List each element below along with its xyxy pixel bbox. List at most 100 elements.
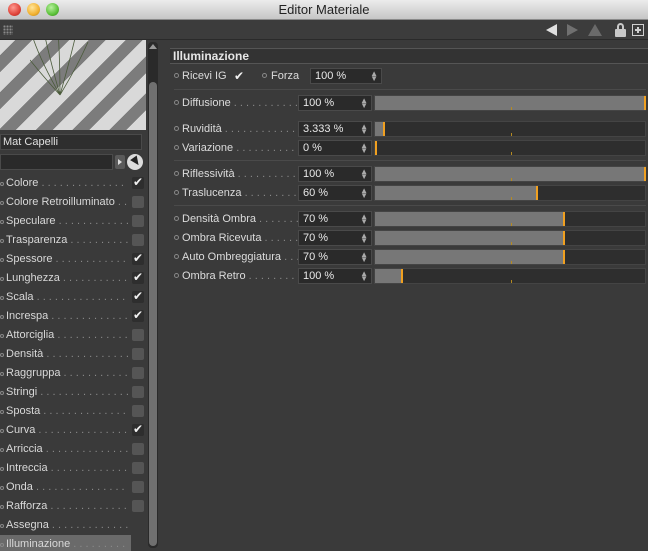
channel-item[interactable]: Attorciglia . . . . . . . . . . . . . . … xyxy=(0,326,146,345)
param-value-field[interactable]: 70 % ▲ ▼ xyxy=(298,230,372,246)
channel-checkbox[interactable] xyxy=(132,196,144,208)
channel-item[interactable]: Stringi . . . . . . . . . . . . . . . xyxy=(0,383,146,402)
animate-bullet-icon[interactable] xyxy=(0,258,4,262)
scrollbar-thumb[interactable] xyxy=(149,82,157,546)
param-slider[interactable] xyxy=(374,249,646,265)
animate-bullet-icon[interactable] xyxy=(174,235,179,240)
channel-item[interactable]: Raggruppa . . . . . . . . . . . . . . . xyxy=(0,364,146,383)
slider-handle[interactable] xyxy=(563,250,565,264)
animate-bullet-icon[interactable] xyxy=(0,372,4,376)
channel-item[interactable]: Lunghezza . . . . . . . . . . . . . . . xyxy=(0,268,146,288)
spinner-icon[interactable]: ▲ ▼ xyxy=(360,97,368,110)
channel-checkbox[interactable] xyxy=(132,329,144,341)
animate-bullet-icon[interactable] xyxy=(174,254,179,259)
channel-item[interactable]: Scala . . . . . . . . . . . . . . . xyxy=(0,287,146,307)
param-slider[interactable] xyxy=(374,140,646,156)
channel-item[interactable]: Colore . . . . . . . . . . . . . . . xyxy=(0,173,146,193)
material-preview[interactable] xyxy=(0,40,146,130)
animate-bullet-icon[interactable] xyxy=(0,467,4,471)
param-value-field[interactable]: 70 % ▲ ▼ xyxy=(298,211,372,227)
animate-bullet-icon[interactable] xyxy=(0,448,4,452)
animate-bullet-icon[interactable] xyxy=(0,201,4,205)
channel-checkbox[interactable] xyxy=(132,287,144,306)
channel-checkbox[interactable] xyxy=(132,500,144,512)
channel-item[interactable]: Curva . . . . . . . . . . . . . . . xyxy=(0,420,146,440)
channel-item[interactable]: Arriccia . . . . . . . . . . . . . . . xyxy=(0,440,146,459)
animate-bullet-icon[interactable] xyxy=(0,524,4,528)
forward-arrow-icon[interactable] xyxy=(567,24,578,36)
channel-item[interactable]: Colore Retroilluminato . . . . . . . . .… xyxy=(0,193,146,212)
channel-checkbox[interactable] xyxy=(132,234,144,246)
channel-checkbox[interactable] xyxy=(132,348,144,360)
param-value-field[interactable]: 60 % ▲ ▼ xyxy=(298,185,372,201)
channel-search-input[interactable] xyxy=(0,154,113,170)
animate-bullet-icon[interactable] xyxy=(0,391,4,395)
forza-field[interactable]: 100 % ▲ ▼ xyxy=(310,68,382,84)
channel-checkbox[interactable] xyxy=(132,215,144,227)
spinner-icon[interactable]: ▲ ▼ xyxy=(360,232,368,245)
param-slider[interactable] xyxy=(374,166,646,182)
param-slider[interactable] xyxy=(374,211,646,227)
animate-bullet-icon[interactable] xyxy=(0,486,4,490)
param-slider[interactable] xyxy=(374,121,646,137)
ricevi-ig-checkbox[interactable]: ✔ xyxy=(234,68,244,84)
animate-bullet-icon[interactable] xyxy=(0,410,4,414)
slider-handle[interactable] xyxy=(563,231,565,245)
spinner-icon[interactable]: ▲ ▼ xyxy=(360,270,368,283)
param-value-field[interactable]: 100 % ▲ ▼ xyxy=(298,166,372,182)
animate-bullet-icon[interactable] xyxy=(174,73,179,78)
channel-scrollbar[interactable] xyxy=(148,42,158,548)
animate-bullet-icon[interactable] xyxy=(262,73,267,78)
animate-bullet-icon[interactable] xyxy=(0,220,4,224)
spinner-icon[interactable]: ▲ ▼ xyxy=(360,123,368,136)
animate-bullet-icon[interactable] xyxy=(174,126,179,131)
channel-item[interactable]: Illuminazione . . . . . . . . . . . . . … xyxy=(0,535,131,551)
animate-bullet-icon[interactable] xyxy=(0,315,4,319)
animate-bullet-icon[interactable] xyxy=(0,429,4,433)
slider-handle[interactable] xyxy=(563,212,565,226)
animate-bullet-icon[interactable] xyxy=(0,543,4,547)
spinner-icon[interactable]: ▲ ▼ xyxy=(360,213,368,226)
animate-bullet-icon[interactable] xyxy=(174,216,179,221)
channel-item[interactable]: Onda . . . . . . . . . . . . . . . xyxy=(0,478,146,497)
channel-checkbox[interactable] xyxy=(132,462,144,474)
channel-checkbox[interactable] xyxy=(132,443,144,455)
channel-checkbox[interactable] xyxy=(132,367,144,379)
animate-bullet-icon[interactable] xyxy=(0,277,4,281)
param-slider[interactable] xyxy=(374,185,646,201)
channel-item[interactable]: Speculare . . . . . . . . . . . . . . . xyxy=(0,212,146,231)
slider-handle[interactable] xyxy=(644,96,646,110)
animate-bullet-icon[interactable] xyxy=(0,505,4,509)
pointer-icon[interactable] xyxy=(127,154,143,170)
slider-handle[interactable] xyxy=(401,269,403,283)
lock-icon[interactable] xyxy=(615,23,626,37)
up-arrow-icon[interactable] xyxy=(588,24,602,36)
channel-checkbox[interactable] xyxy=(132,306,144,325)
spinner-icon[interactable]: ▲ ▼ xyxy=(360,251,368,264)
slider-handle[interactable] xyxy=(644,167,646,181)
slider-handle[interactable] xyxy=(375,141,377,155)
back-arrow-icon[interactable] xyxy=(546,24,557,36)
param-value-field[interactable]: 100 % ▲ ▼ xyxy=(298,268,372,284)
animate-bullet-icon[interactable] xyxy=(174,145,179,150)
param-value-field[interactable]: 100 % ▲ ▼ xyxy=(298,95,372,111)
new-window-icon[interactable] xyxy=(632,24,644,36)
spinner-icon[interactable]: ▲ ▼ xyxy=(360,142,368,155)
param-slider[interactable] xyxy=(374,230,646,246)
animate-bullet-icon[interactable] xyxy=(0,353,4,357)
channel-item[interactable]: Increspa . . . . . . . . . . . . . . . xyxy=(0,306,146,326)
scroll-up-icon[interactable] xyxy=(149,44,157,49)
animate-bullet-icon[interactable] xyxy=(174,100,179,105)
channel-checkbox[interactable] xyxy=(132,481,144,493)
slider-handle[interactable] xyxy=(536,186,538,200)
material-name[interactable]: Mat Capelli xyxy=(0,134,142,150)
channel-item[interactable]: Spessore . . . . . . . . . . . . . . . xyxy=(0,249,146,269)
channel-item[interactable]: Trasparenza . . . . . . . . . . . . . . … xyxy=(0,231,146,250)
animate-bullet-icon[interactable] xyxy=(0,182,4,186)
animate-bullet-icon[interactable] xyxy=(0,239,4,243)
spinner-icon[interactable]: ▲ ▼ xyxy=(360,168,368,181)
channel-checkbox[interactable] xyxy=(132,405,144,417)
channel-item[interactable]: Sposta . . . . . . . . . . . . . . . xyxy=(0,402,146,421)
param-value-field[interactable]: 3.333 % ▲ ▼ xyxy=(298,121,372,137)
param-value-field[interactable]: 70 % ▲ ▼ xyxy=(298,249,372,265)
